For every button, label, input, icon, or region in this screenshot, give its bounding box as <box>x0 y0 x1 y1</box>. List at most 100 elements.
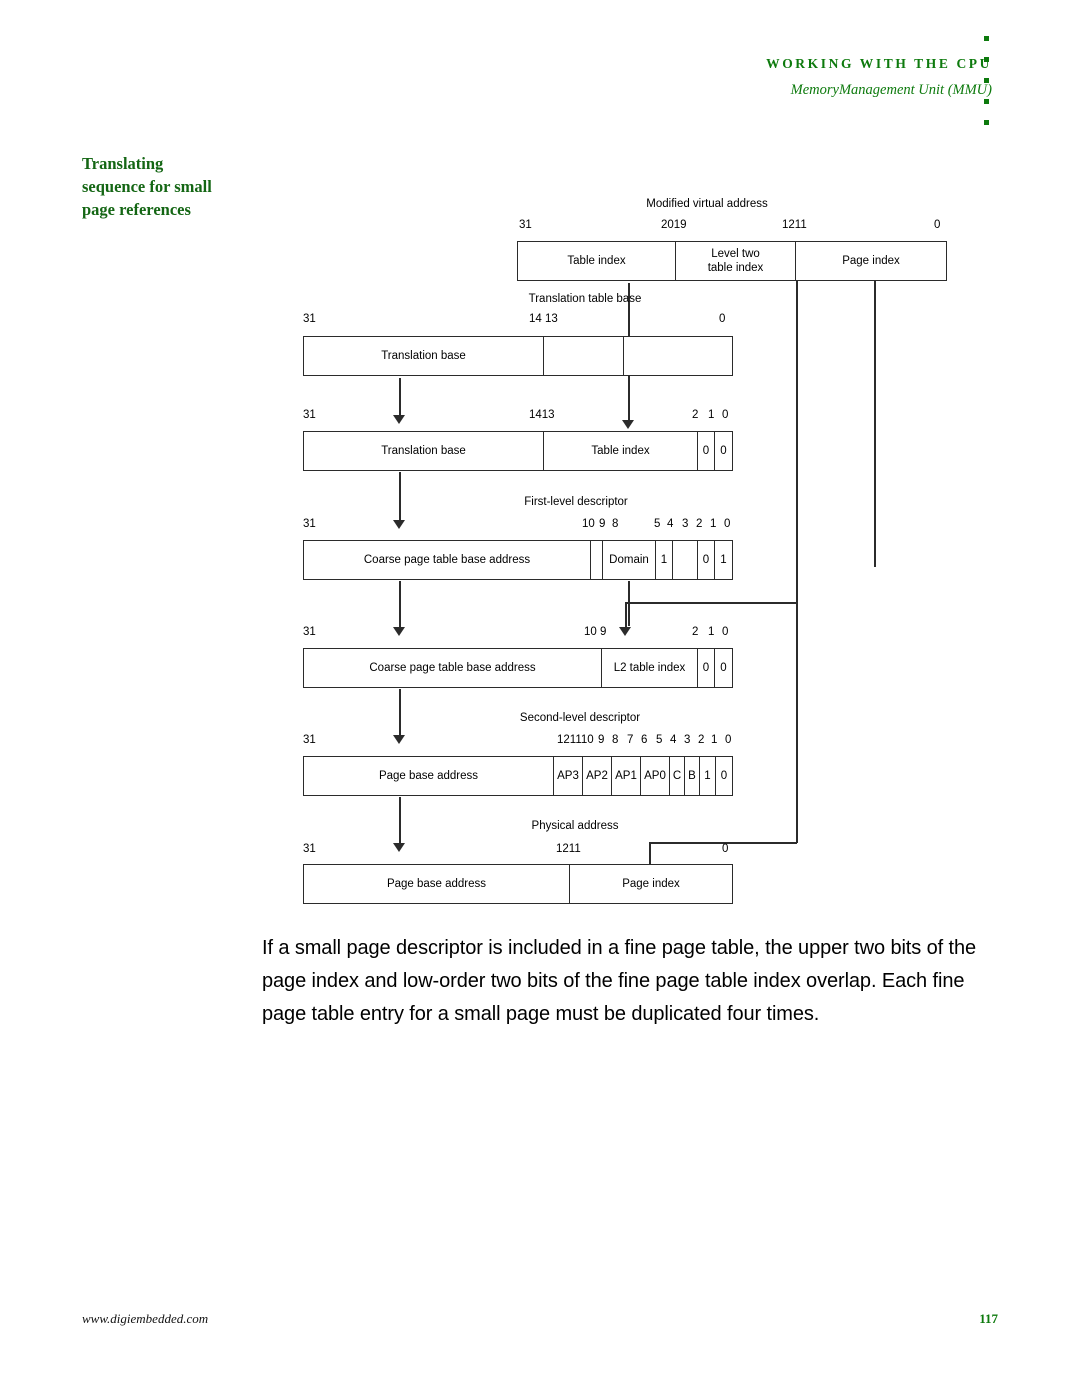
register-physical-address: Page base address Page index <box>303 864 733 904</box>
field-bit0-zero: 0 <box>720 770 728 782</box>
field-bit1-zero: 0 <box>698 541 715 579</box>
bit-label-0: 0 <box>724 518 731 530</box>
arrowhead-row6-row7 <box>393 843 405 852</box>
field-empty <box>544 337 624 375</box>
connector-row2-row3 <box>399 378 401 418</box>
bit-label-1: 1 <box>710 518 717 530</box>
field-bit0-one: 1 <box>720 554 727 566</box>
field-level-two-table-index: Level two table index <box>676 242 796 280</box>
field-empty <box>673 541 698 579</box>
arrowhead-tableindex <box>622 420 634 429</box>
bit-label-0: 0 <box>722 626 729 638</box>
bit-label-1211: 1211 <box>782 219 807 231</box>
field-ap1: AP1 <box>612 757 641 795</box>
field-bit0-zero: 0 <box>720 662 727 674</box>
bit-label-1: 1 <box>708 409 715 421</box>
bit-label-2019: 2019 <box>661 219 687 231</box>
field-bit4-one: 1 <box>656 541 673 579</box>
field-ap3: AP3 <box>554 757 583 795</box>
bit-label-4: 4 <box>670 734 677 746</box>
field-page-index: Page index <box>842 255 900 267</box>
register-coarse-page-table: Coarse page table base address L2 table … <box>303 648 733 688</box>
bit-label-7: 7 <box>627 734 634 746</box>
connector-page-index-right-vertical <box>874 281 876 567</box>
field-bit1-zero: 0 <box>698 649 715 687</box>
arrowhead-l2-table-index <box>619 627 631 636</box>
caption-translation-table-base: Translation table base <box>528 293 642 305</box>
bit-label-2: 2 <box>696 518 703 530</box>
bit-label-31: 31 <box>519 219 532 231</box>
bit-label-4: 4 <box>667 518 674 530</box>
footer-page-number: 117 <box>979 1311 998 1326</box>
bit-label-8: 8 <box>612 518 619 530</box>
field-level-two-line-2: table index <box>707 262 764 274</box>
bit-label-0: 0 <box>722 843 729 855</box>
bit-label-31: 31 <box>303 843 316 855</box>
bit-label-31: 31 <box>303 626 316 638</box>
bit-label-5: 5 <box>656 734 663 746</box>
field-ap2: AP2 <box>583 757 612 795</box>
register-modified-virtual-address: Table index Level two table index Page i… <box>517 241 947 281</box>
bit-label-2: 2 <box>692 626 699 638</box>
bit-label-10: 10 <box>582 518 595 530</box>
arrowhead-row4-row5 <box>393 627 405 636</box>
field-coarse-page-table-base-address: Coarse page table base address <box>304 649 602 687</box>
bit-label-121110: 121110 <box>557 734 594 746</box>
register-translation-table-base: Translation base <box>303 336 733 376</box>
caption-first-level-descriptor: First-level descriptor <box>524 496 628 508</box>
field-bit1-one: 1 <box>700 757 716 795</box>
connector-row3-row4 <box>399 472 401 522</box>
field-bufferable: B <box>685 757 700 795</box>
connector-row4-row5 <box>399 581 401 629</box>
arrowhead-row3-row4 <box>393 520 405 529</box>
field-coarse-page-table-base-address: Coarse page table base address <box>304 541 591 579</box>
field-table-index: Table index <box>544 432 698 470</box>
arrowhead-row5-row6 <box>393 735 405 744</box>
bit-label-31: 31 <box>303 409 316 421</box>
bit-label-5: 5 <box>654 518 661 530</box>
connector-row6-row7 <box>399 797 401 845</box>
footer-website: www.digiembedded.com <box>82 1311 209 1326</box>
bit-label-3: 3 <box>684 734 691 746</box>
bit-label-1: 1 <box>708 626 715 638</box>
bit-label-9: 9 <box>598 734 605 746</box>
bit-label-6: 6 <box>641 734 648 746</box>
connector-row5-row6 <box>399 689 401 737</box>
bit-label-1413: 1413 <box>529 409 555 421</box>
bit-label-0: 0 <box>722 409 729 421</box>
caption-second-level-descriptor: Second-level descriptor <box>519 712 641 724</box>
field-page-index: Page index <box>622 878 680 890</box>
field-bit0-zero: 0 <box>720 445 727 457</box>
field-translation-base: Translation base <box>304 432 544 470</box>
field-translation-base: Translation base <box>304 337 544 375</box>
mmu-translation-diagram: Modified virtual address 31 2019 1211 0 … <box>0 0 1080 930</box>
caption-modified-virtual-address: Modified virtual address <box>646 198 768 210</box>
connector-fld-down-to-l2 <box>625 602 627 630</box>
field-domain: Domain <box>603 541 656 579</box>
bit-label-31: 31 <box>303 734 316 746</box>
field-level-two-line-1: Level two <box>711 248 760 260</box>
connector-fld-elbow-horizontal <box>625 602 797 604</box>
bit-label-8: 8 <box>612 734 619 746</box>
field-empty <box>591 541 603 579</box>
field-ap0: AP0 <box>641 757 670 795</box>
bit-label-1: 1 <box>711 734 718 746</box>
caption-physical-address: Physical address <box>531 820 619 832</box>
bit-label-1211: 1211 <box>556 843 581 855</box>
arrowhead-row2-row3 <box>393 415 405 424</box>
field-empty <box>624 337 732 375</box>
bit-label-31: 31 <box>303 518 316 530</box>
register-first-level-descriptor: Coarse page table base address Domain 1 … <box>303 540 733 580</box>
bit-label-0: 0 <box>719 313 726 325</box>
register-second-level-descriptor: Page base address AP3 AP2 AP1 AP0 C B 1 … <box>303 756 733 796</box>
bit-label-14-13: 14 13 <box>529 313 558 325</box>
field-l2-table-index: L2 table index <box>602 649 698 687</box>
bit-label-0: 0 <box>725 734 732 746</box>
bit-label-9: 9 <box>599 518 606 530</box>
bit-label-0: 0 <box>934 219 941 231</box>
field-cacheable: C <box>670 757 685 795</box>
bit-label-3: 3 <box>682 518 689 530</box>
field-bit1-zero: 0 <box>698 432 715 470</box>
bit-label-2: 2 <box>692 409 699 421</box>
register-translation-base-table-index: Translation base Table index 0 0 <box>303 431 733 471</box>
